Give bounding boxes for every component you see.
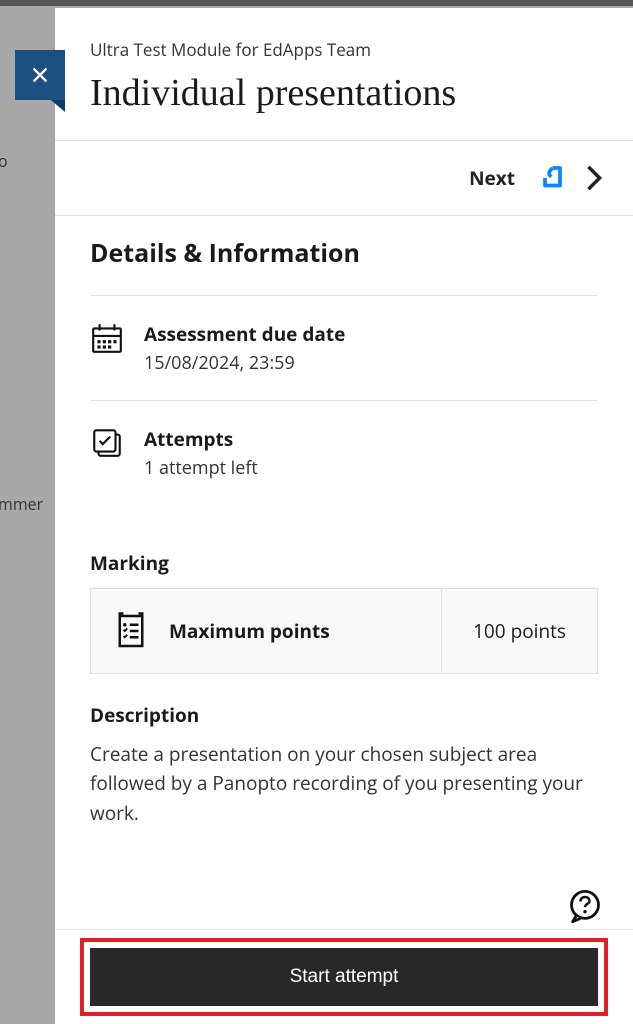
background-text: mmer bbox=[0, 493, 43, 515]
due-date-label: Assessment due date bbox=[144, 321, 345, 347]
footer: Start attempt bbox=[55, 929, 633, 1024]
panel-header: Ultra Test Module for EdApps Team Indivi… bbox=[55, 8, 633, 140]
marking-table: Maximum points 100 points bbox=[90, 588, 598, 674]
nav-row: Next bbox=[55, 141, 633, 215]
next-label: Next bbox=[469, 165, 515, 191]
marking-label: Marking bbox=[90, 550, 598, 576]
content-area: Details & Information Assessment due dat… bbox=[55, 216, 633, 858]
start-attempt-button[interactable]: Start attempt bbox=[90, 948, 598, 1006]
attempts-icon bbox=[90, 426, 124, 460]
close-icon bbox=[29, 64, 51, 86]
chevron-right-icon[interactable] bbox=[585, 164, 603, 192]
points-value: 100 points bbox=[442, 589, 597, 673]
page-title: Individual presentations bbox=[90, 71, 603, 115]
attempts-value: 1 attempt left bbox=[144, 456, 258, 480]
breadcrumb: Ultra Test Module for EdApps Team bbox=[90, 38, 603, 61]
max-points-label: Maximum points bbox=[169, 618, 330, 644]
rubric-icon bbox=[111, 611, 151, 651]
attempts-label: Attempts bbox=[144, 426, 258, 452]
open-icon[interactable] bbox=[535, 163, 565, 193]
help-icon bbox=[567, 888, 603, 924]
details-section-title: Details & Information bbox=[90, 236, 598, 295]
description-section: Description Create a presentation on you… bbox=[90, 702, 598, 828]
close-button[interactable] bbox=[15, 50, 65, 100]
due-date-value: 15/08/2024, 23:59 bbox=[144, 351, 345, 375]
background-text: o bbox=[0, 150, 8, 172]
highlight-annotation: Start attempt bbox=[80, 938, 608, 1016]
description-text: Create a presentation on your chosen sub… bbox=[90, 740, 598, 828]
help-button[interactable] bbox=[567, 888, 603, 929]
due-date-row: Assessment due date 15/08/2024, 23:59 bbox=[90, 295, 598, 400]
side-panel: Ultra Test Module for EdApps Team Indivi… bbox=[55, 8, 633, 1024]
attempts-row: Attempts 1 attempt left bbox=[90, 400, 598, 505]
calendar-icon bbox=[90, 321, 124, 355]
marking-section: Marking Maximum points 100 poin bbox=[90, 550, 598, 674]
description-label: Description bbox=[90, 702, 598, 728]
